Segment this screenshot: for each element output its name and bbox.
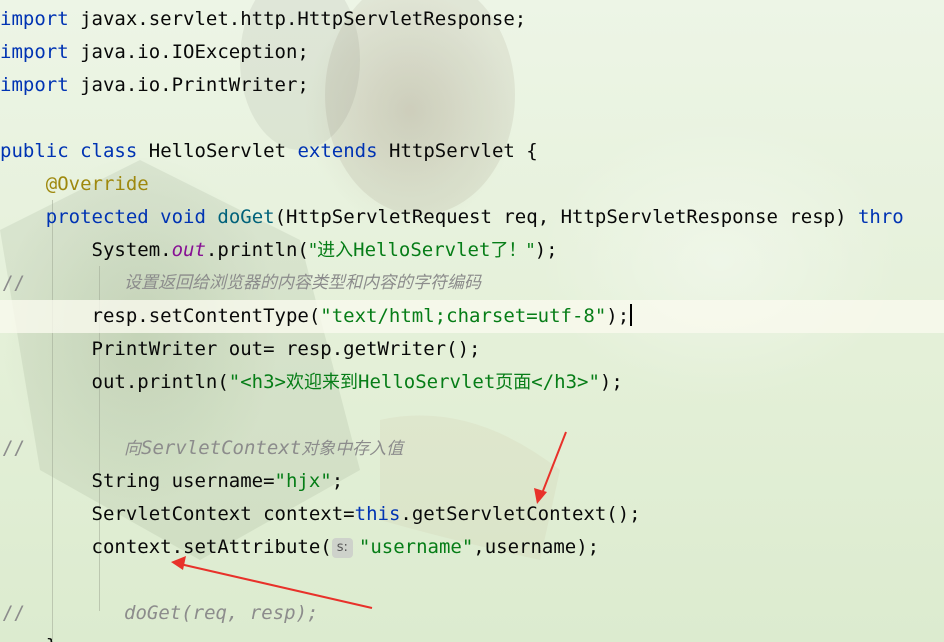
writer-statement: PrintWriter out= resp.getWriter(); (91, 338, 481, 360)
code-line-annotation[interactable]: @Override (0, 168, 944, 201)
get-servlet-context-call: .getServletContext(); (400, 503, 641, 525)
code-line-comment-doget[interactable]: // doGet(req, resp); (0, 597, 944, 630)
code-line-comment-charset[interactable]: // 设置返回给浏览器的内容类型和内容的字符编码 (0, 267, 944, 300)
keyword-void: void (160, 206, 206, 228)
code-line-import-3[interactable]: import java.io.PrintWriter; (0, 69, 944, 102)
string-literal-part: HelloServlet (358, 371, 496, 393)
statement-end: ); (606, 305, 630, 327)
code-line-set-attribute[interactable]: context.setAttribute(s: "username",userna… (0, 531, 944, 564)
import-path: java.io.IOException; (68, 41, 309, 63)
attribute-name-string: "username" (358, 536, 474, 558)
string-literal-part: </h3>" (531, 371, 600, 393)
set-attribute-call: context.setAttribute( (91, 536, 332, 558)
context-declaration: ServletContext context= (91, 503, 355, 525)
method-name: doGet (217, 206, 275, 228)
open-brace: { (514, 140, 538, 162)
code-line-import-1[interactable]: import javax.servlet.http.HttpServletRes… (0, 3, 944, 36)
username-declaration: String username= (91, 470, 275, 492)
content-type-string: "text/html;charset=utf-8" (320, 305, 607, 327)
string-literal-part: 了！" (490, 240, 535, 261)
comment-marker: // (2, 602, 25, 624)
comment-text-part: ServletContext (141, 437, 302, 459)
keyword-extends: extends (297, 140, 378, 162)
string-literal-part: "进入 (308, 240, 354, 261)
code-line-closing-brace[interactable]: } (0, 630, 944, 642)
class-name: HelloServlet (148, 140, 287, 162)
method-params: (HttpServletRequest req, HttpServletResp… (274, 206, 858, 228)
code-line-import-2[interactable]: import java.io.IOException; (0, 36, 944, 69)
comment-marker: // (2, 272, 25, 294)
comment-text: doGet(req, resp); (124, 602, 319, 624)
closing-brace: } (46, 635, 57, 642)
keyword-protected: protected (45, 206, 149, 228)
string-literal-part: "<h3> (228, 371, 286, 393)
set-content-type-call: resp.setContentType( (91, 305, 321, 327)
keyword-import: import (0, 8, 69, 30)
keyword-class: class (80, 140, 138, 162)
keyword-public: public (0, 140, 69, 162)
import-path: javax.servlet.http.HttpServletResponse; (68, 8, 527, 30)
println-call: .println( (205, 239, 309, 261)
comment-text: 设置返回给浏览器的内容类型和内容的字符编码 (124, 273, 481, 293)
code-line-out-println[interactable]: out.println("<h3>欢迎来到HelloServlet页面</h3>… (0, 366, 944, 399)
code-line-comment-context[interactable]: // 向ServletContext对象中存入值 (0, 432, 944, 465)
code-line-print-writer[interactable]: PrintWriter out= resp.getWriter(); (0, 333, 944, 366)
code-line-username[interactable]: String username="hjx"; (0, 465, 944, 498)
code-editor[interactable]: import javax.servlet.http.HttpServletRes… (0, 0, 944, 642)
statement-end: ); (599, 371, 623, 393)
out-field: out (171, 239, 206, 261)
comment-text: 向ServletContext对象中存入值 (124, 432, 403, 466)
code-line-set-content-type[interactable]: resp.setContentType("text/html;charset=u… (0, 300, 944, 333)
code-line-system-out[interactable]: System.out.println("进入HelloServlet了！"); (0, 234, 944, 267)
string-literal-part: HelloServlet (353, 239, 491, 261)
import-path: java.io.PrintWriter; (68, 74, 309, 96)
comment-text-part: 对象中存入值 (301, 439, 404, 459)
username-string: "hjx" (274, 470, 332, 492)
override-annotation: @Override (45, 173, 149, 195)
text-caret (630, 304, 633, 326)
string-literal-part: 欢迎来到 (286, 372, 358, 393)
keyword-this: this (354, 503, 401, 525)
code-line-method-declaration[interactable]: protected void doGet(HttpServletRequest … (0, 201, 944, 234)
keyword-import: import (0, 41, 69, 63)
statement-end: ; (331, 470, 344, 492)
statement-end: ,username); (473, 536, 600, 558)
parameter-hint: s: (331, 538, 353, 558)
println-call: out.println( (91, 371, 229, 393)
comment-marker: // (2, 437, 25, 459)
comment-text-part: 向 (124, 439, 141, 459)
string-literal-part: 页面 (495, 372, 532, 393)
statement-end: ); (534, 239, 558, 261)
code-line-servlet-context[interactable]: ServletContext context=this.getServletCo… (0, 498, 944, 531)
code-line-class-declaration[interactable]: public class HelloServlet extends HttpSe… (0, 135, 944, 168)
keyword-import: import (0, 74, 69, 96)
parent-class-name: HttpServlet (389, 140, 515, 162)
system-prefix: System. (91, 239, 172, 261)
keyword-throws: thro (857, 206, 904, 228)
